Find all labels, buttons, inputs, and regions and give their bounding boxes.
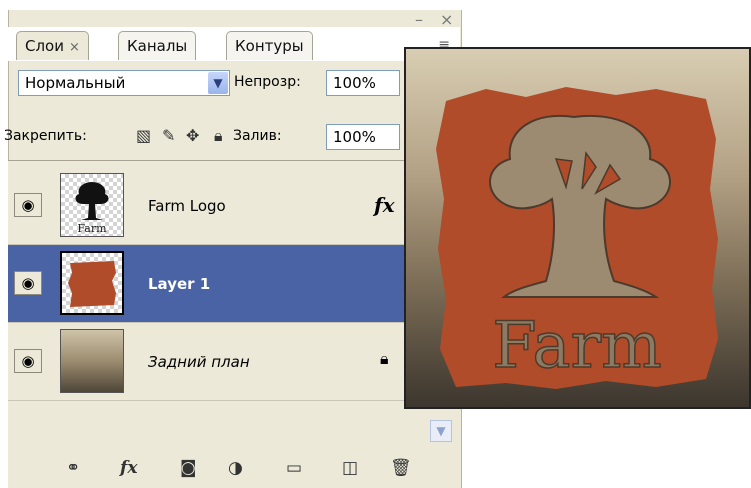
layer-row[interactable]: ◉ Задний план 🔒︎ (8, 323, 460, 401)
preview-text: Farm (492, 309, 662, 383)
blend-mode-value: Нормальный (25, 74, 126, 92)
tab-paths[interactable]: Контуры (226, 31, 313, 60)
shape-thumbnail (68, 261, 116, 307)
fill-label: Залив: (233, 128, 282, 144)
tab-layers-label: Слои (25, 37, 64, 55)
tab-channels[interactable]: Каналы (118, 31, 197, 60)
layer-thumbnail: Farm (60, 173, 124, 237)
layer-thumbnail (60, 251, 124, 315)
opacity-label: Непрозр: (234, 74, 301, 90)
opacity-value: 100% (333, 74, 376, 92)
lock-move-icon[interactable]: ✥ (186, 126, 199, 145)
tab-bar: Слои × Каналы Контуры ≡ (8, 27, 460, 61)
new-layer-icon[interactable]: ◫ (342, 458, 358, 478)
lock-brush-icon[interactable]: ✎ (162, 126, 175, 145)
tree-icon: Farm (75, 182, 109, 235)
layer-name: Задний план (148, 353, 250, 371)
fill-field[interactable]: 100% (326, 124, 400, 150)
tab-close-icon[interactable]: × (69, 40, 80, 55)
scroll-down-button[interactable]: ▼ (430, 420, 452, 442)
layer-thumbnail (60, 329, 124, 393)
lock-row: Закрепить: ▧ ✎ ✥ 🔒︎ Залив: 100% (0, 116, 470, 156)
fx-icon[interactable]: fx (374, 193, 395, 217)
bottom-toolbar: ⚭ fx ◙ ◑ ▭ ◫ 🗑︎ (8, 448, 460, 488)
tab-paths-label: Контуры (235, 37, 304, 55)
blend-row: Нормальный ▼ Непрозр: 100% (8, 62, 460, 106)
chevron-down-icon[interactable]: ▼ (208, 72, 228, 94)
eye-icon[interactable]: ◉ (14, 193, 42, 217)
layers-list: ◉ Farm Farm Logo fx ◉ Layer 1 ◉ Задний п… (8, 160, 460, 461)
layer-name: Farm Logo (148, 197, 226, 215)
link-icon[interactable]: ⚭ (66, 458, 80, 478)
fx-icon[interactable]: fx (120, 458, 137, 478)
mask-icon[interactable]: ◙ (180, 458, 197, 478)
tab-channels-label: Каналы (127, 37, 188, 55)
trash-icon[interactable]: 🗑︎ (390, 458, 412, 478)
lock-label: Закрепить: (4, 128, 87, 144)
layer-row[interactable]: ◉ Layer 1 (8, 245, 460, 323)
farm-logo-preview: Farm (406, 49, 749, 407)
layer-row[interactable]: ◉ Farm Farm Logo fx (8, 167, 460, 245)
adjustment-icon[interactable]: ◑ (228, 458, 243, 478)
opacity-field[interactable]: 100% (326, 70, 400, 96)
layer-name: Layer 1 (148, 275, 211, 293)
lock-all-icon[interactable]: 🔒︎ (214, 126, 223, 146)
folder-icon[interactable]: ▭ (286, 458, 302, 478)
layers-panel: – × Слои × Каналы Контуры ≡ Нормальный ▼ … (0, 0, 470, 488)
lock-transparent-icon[interactable]: ▧ (136, 126, 151, 145)
blend-mode-select[interactable]: Нормальный ▼ (18, 70, 230, 96)
eye-icon[interactable]: ◉ (14, 271, 42, 295)
tab-layers[interactable]: Слои × (16, 31, 89, 60)
preview-image: Farm (404, 47, 751, 409)
lock-icon: 🔒︎ (380, 349, 389, 368)
eye-icon[interactable]: ◉ (14, 349, 42, 373)
fill-value: 100% (333, 128, 376, 146)
thumb-text: Farm (77, 222, 107, 235)
